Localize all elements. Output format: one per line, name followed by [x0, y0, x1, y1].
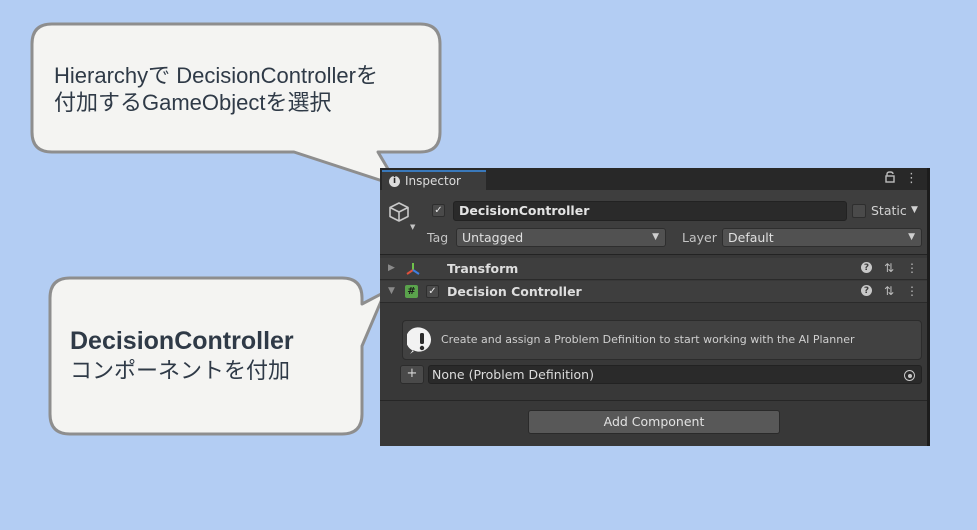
static-label: Static [871, 203, 907, 218]
tag-label: Tag [427, 230, 449, 245]
callout-bottom-subtitle: コンポーネントを付加 [70, 358, 291, 383]
preset-icon[interactable]: ⇅ [884, 284, 894, 298]
divider [380, 400, 930, 401]
help-box: Create and assign a Problem Definition t… [402, 320, 922, 360]
problem-definition-field[interactable]: None (Problem Definition) [428, 365, 922, 384]
help-icon[interactable]: ? [860, 285, 872, 296]
layer-value: Default [728, 230, 774, 245]
inspector-tabbar: i Inspector ⋮ [380, 168, 930, 190]
component-name: Transform [447, 261, 519, 276]
component-tools: ? ⇅ ⋮ [860, 284, 918, 298]
component-enabled-checkbox[interactable]: ✓ [426, 285, 439, 298]
add-component-button[interactable]: Add Component [528, 410, 780, 434]
foldout-collapsed-icon[interactable]: ▶ [388, 263, 395, 273]
static-dropdown-caret-icon[interactable]: ▼ [911, 205, 918, 215]
chevron-down-icon: ▼ [908, 232, 915, 242]
component-transform-header[interactable]: ▶ Transform ? ⇅ ⋮ [380, 258, 930, 280]
layer-label: Layer [682, 230, 717, 245]
component-name: Decision Controller [447, 284, 582, 299]
cube-icon [388, 201, 410, 226]
help-message: Create and assign a Problem Definition t… [441, 333, 855, 346]
callout-bottom-text: DecisionController コンポーネントを付加 [70, 325, 294, 385]
tab-tools: ⋮ [885, 171, 918, 187]
lock-icon[interactable] [885, 171, 895, 187]
chevron-down-icon: ▼ [652, 232, 659, 242]
transform-axes-icon [405, 262, 421, 279]
tab-inspector-label: Inspector [405, 174, 461, 188]
kebab-menu-icon[interactable]: ⋮ [906, 261, 918, 275]
callout-top-line1: Hierarchyで DecisionControllerを [54, 63, 378, 88]
inspector-panel: i Inspector ⋮ ▼ ✓ DecisionController Sta… [380, 168, 930, 446]
callout-bottom-title: DecisionController [70, 327, 294, 355]
gameobject-name-field[interactable]: DecisionController [453, 201, 847, 221]
callout-top-text: Hierarchyで DecisionControllerを 付加するGameO… [54, 62, 378, 116]
problem-definition-row: + None (Problem Definition) [400, 365, 922, 384]
gameobject-active-checkbox[interactable]: ✓ [432, 204, 445, 217]
callout-top-line2: 付加するGameObjectを選択 [54, 90, 332, 115]
tag-dropdown[interactable]: Untagged ▼ [456, 228, 666, 247]
tab-inspector[interactable]: i Inspector [382, 170, 486, 190]
icon-select-caret-icon[interactable]: ▼ [410, 223, 415, 231]
static-checkbox[interactable] [852, 204, 866, 218]
kebab-menu-icon[interactable]: ⋮ [905, 171, 918, 187]
info-icon: i [389, 175, 400, 187]
component-tools: ? ⇅ ⋮ [860, 261, 918, 275]
problem-definition-value: None (Problem Definition) [432, 367, 594, 382]
gameobject-header: ▼ ✓ DecisionController Static ▼ Tag Unta… [380, 190, 930, 255]
component-decision-controller-header[interactable]: ▼ # ✓ Decision Controller ? ⇅ ⋮ [380, 281, 930, 303]
preset-icon[interactable]: ⇅ [884, 261, 894, 275]
tag-value: Untagged [462, 230, 524, 245]
script-hash-icon: # [405, 285, 418, 298]
layer-dropdown[interactable]: Default ▼ [722, 228, 922, 247]
add-problem-definition-button[interactable]: + [400, 365, 424, 384]
object-picker-icon[interactable] [904, 370, 915, 381]
warning-speech-icon [405, 326, 437, 359]
kebab-menu-icon[interactable]: ⋮ [906, 284, 918, 298]
help-icon[interactable]: ? [860, 262, 872, 273]
panel-edge [927, 168, 930, 446]
foldout-expanded-icon[interactable]: ▼ [388, 286, 395, 296]
